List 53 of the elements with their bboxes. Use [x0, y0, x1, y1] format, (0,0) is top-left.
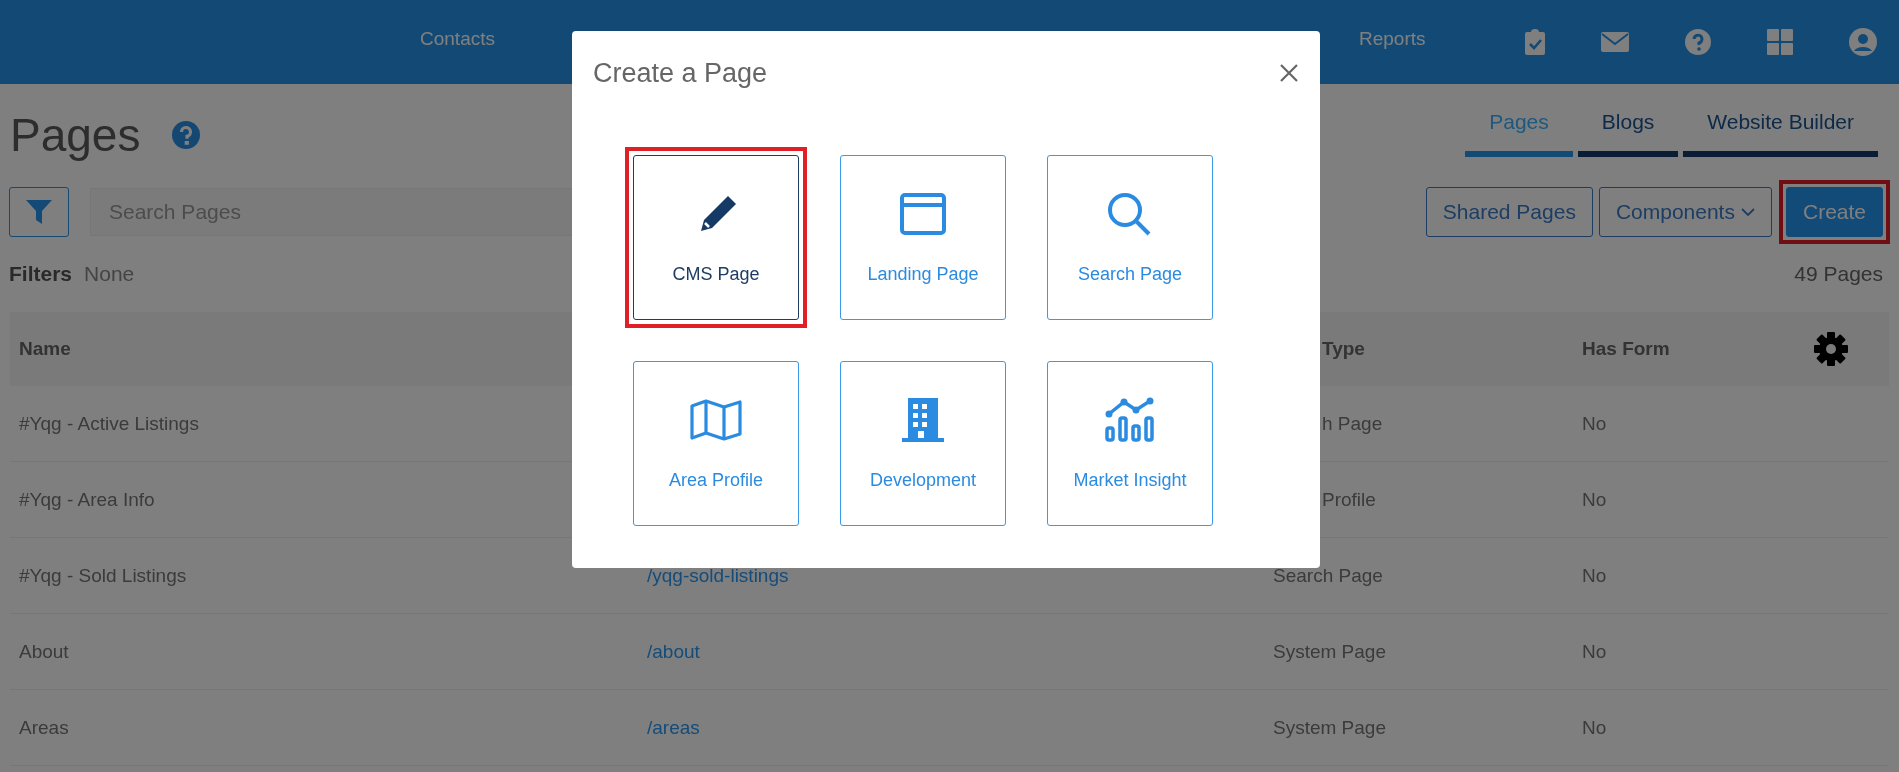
- filters-value: None: [84, 262, 135, 286]
- column-header[interactable]: Name: [19, 338, 71, 359]
- table-cell: System Page: [1273, 640, 1386, 662]
- filter-button[interactable]: [9, 187, 69, 237]
- chevron-down-icon: [1740, 207, 1755, 217]
- page-type-option[interactable]: Landing Page: [840, 155, 1006, 320]
- settings-icon[interactable]: [1814, 332, 1848, 366]
- table-cell: Search Page: [1273, 564, 1383, 586]
- clipboard-check-icon[interactable]: [1525, 29, 1545, 55]
- outline-button[interactable]: Shared Pages: [1425, 187, 1593, 237]
- table-cell: No: [1582, 412, 1607, 434]
- table-cell: No: [1582, 640, 1607, 662]
- table-cell: No: [1582, 716, 1607, 738]
- close-icon[interactable]: [1280, 64, 1298, 82]
- page-url-link[interactable]: /about: [647, 640, 700, 662]
- page-type-option[interactable]: Area Profile: [633, 361, 799, 526]
- page-type-option[interactable]: Development: [840, 361, 1006, 526]
- tab[interactable]: Blogs: [1577, 108, 1679, 157]
- page-type-option[interactable]: CMS Page: [633, 155, 799, 320]
- page-url-link[interactable]: /areas: [647, 716, 700, 738]
- table-cell: No: [1582, 564, 1607, 586]
- help-icon[interactable]: [1685, 29, 1711, 55]
- dropdown-button[interactable]: Components: [1598, 187, 1772, 237]
- browser-window-icon: [897, 190, 949, 238]
- filter-icon: [26, 199, 52, 225]
- user-avatar-icon[interactable]: [1849, 28, 1877, 56]
- table-cell: No: [1582, 488, 1607, 510]
- envelope-icon[interactable]: [1601, 32, 1629, 52]
- page-type-option[interactable]: Search Page: [1047, 155, 1213, 320]
- tab[interactable]: Website Builder: [1683, 108, 1878, 157]
- page-title: Pages: [10, 108, 141, 162]
- table-cell: Areas: [19, 716, 69, 738]
- table-cell: #Yqg - Active Listings: [19, 412, 199, 434]
- bar-chart-icon: [1104, 396, 1156, 444]
- help-icon[interactable]: [172, 121, 201, 149]
- grid-icon[interactable]: [1767, 29, 1793, 55]
- page-url-link[interactable]: /yqg-sold-listings: [647, 564, 789, 586]
- page-count: 49 Pages: [1794, 262, 1883, 286]
- dialog-title: Create a Page: [593, 57, 768, 89]
- page-type-option[interactable]: Market Insight: [1047, 361, 1213, 526]
- column-header[interactable]: Has Form: [1582, 338, 1670, 359]
- table-cell: About: [19, 640, 69, 662]
- create-button[interactable]: Create: [1785, 187, 1883, 237]
- filters-label: Filters: [9, 262, 73, 286]
- nav-link[interactable]: Contacts: [420, 28, 495, 50]
- table-cell: System Page: [1273, 716, 1386, 738]
- nav-link[interactable]: Reports: [1359, 28, 1426, 50]
- table-cell-text: h Page: [1321, 412, 1383, 434]
- table-cell: #Yqg - Sold Listings: [19, 564, 187, 586]
- table-cell: #Yqg - Area Info: [19, 488, 155, 510]
- tab[interactable]: Pages: [1465, 108, 1573, 157]
- folded-map-icon: [690, 396, 742, 444]
- table-cell-text: Profile: [1321, 488, 1376, 510]
